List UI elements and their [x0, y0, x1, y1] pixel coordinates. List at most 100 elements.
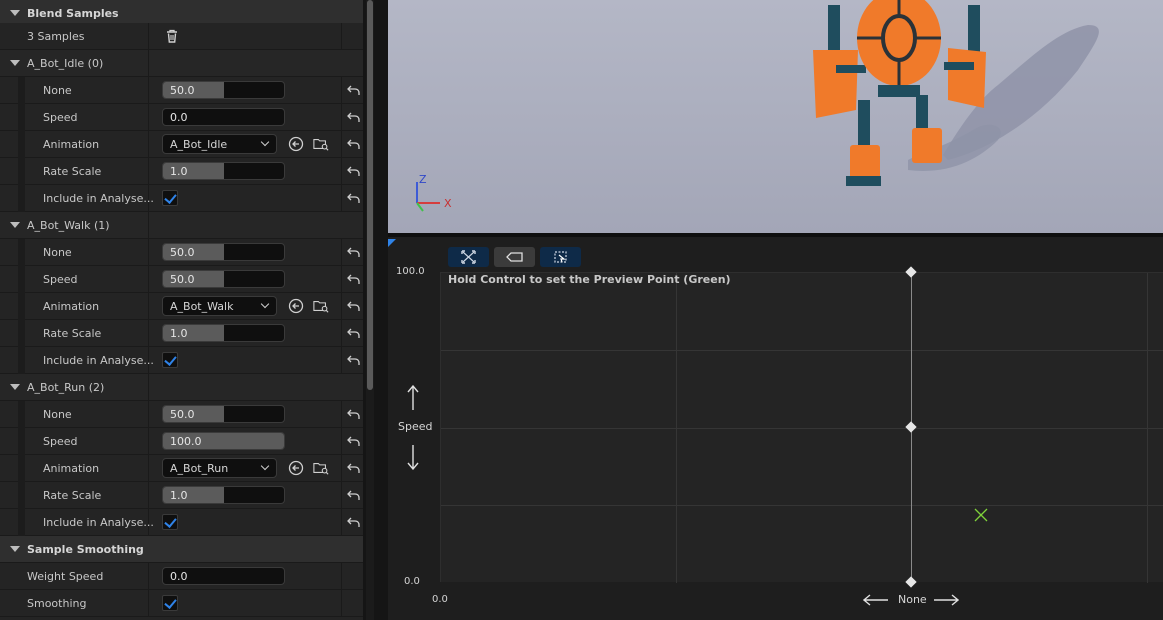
axis-x-label: X [444, 197, 452, 210]
property-label: Rate Scale [43, 165, 102, 178]
robot-preview [388, 0, 1163, 233]
collapse-arrow-icon[interactable] [10, 222, 20, 228]
preview-viewport[interactable]: Z X [388, 0, 1163, 233]
sample-header-2[interactable]: A_Bot_Run (2) [0, 374, 363, 401]
sample-header-1[interactable]: A_Bot_Walk (1) [0, 212, 363, 239]
animation-row: Animation A_Bot_Idle [0, 131, 363, 158]
animation-dropdown[interactable]: A_Bot_Walk [162, 296, 277, 316]
speed-value-input[interactable]: 0.0 [162, 108, 285, 126]
reset-arrow-icon[interactable] [347, 192, 360, 204]
fit-icon-button[interactable] [448, 247, 489, 267]
arrow-down-icon [407, 445, 419, 470]
details-panel: Blend Samples 3 Samples A_Bot_Idle (0) No… [0, 0, 363, 620]
blend-space-graph[interactable]: Hold Control to set the Preview Point (G… [388, 237, 1163, 620]
rate-scale-input[interactable]: 1.0 [162, 162, 285, 180]
preview-point-icon[interactable] [974, 508, 988, 522]
include-in-analysis-row: Include in Analyse... [0, 347, 363, 374]
grid-line [676, 273, 677, 583]
numeric-value: 1.0 [170, 165, 188, 178]
include-in-analysis-checkbox[interactable] [162, 190, 178, 206]
none-value-input[interactable]: 50.0 [162, 405, 285, 423]
smoothing-row: Smoothing [0, 590, 363, 617]
collapse-arrow-icon[interactable] [10, 546, 20, 552]
reset-arrow-icon[interactable] [347, 300, 360, 312]
details-scrollbar-thumb[interactable] [367, 0, 373, 390]
rate-scale-input[interactable]: 1.0 [162, 486, 285, 504]
numeric-value: 50.0 [170, 408, 195, 421]
reset-arrow-icon[interactable] [347, 408, 360, 420]
include-in-analysis-checkbox[interactable] [162, 352, 178, 368]
reset-arrow-icon[interactable] [347, 111, 360, 123]
input-icon-button[interactable] [494, 247, 535, 267]
arrow-up-icon [407, 385, 419, 410]
speed-row: Speed 100.0 [0, 428, 363, 455]
rate-scale-row: Rate Scale 1.0 [0, 320, 363, 347]
samples-count-row: 3 Samples [0, 23, 363, 50]
use-selected-icon[interactable] [288, 460, 304, 476]
blend-space-plot[interactable] [440, 272, 1163, 583]
trash-icon[interactable] [164, 28, 180, 44]
grid-line [1147, 273, 1148, 583]
property-label: None [43, 84, 72, 97]
property-label: Include in Analyse... [43, 516, 154, 529]
reset-arrow-icon[interactable] [347, 354, 360, 366]
sample-header-0[interactable]: A_Bot_Idle (0) [0, 50, 363, 77]
axis-z-label: Z [419, 173, 427, 186]
rate-scale-input[interactable]: 1.0 [162, 324, 285, 342]
animation-dropdown[interactable]: A_Bot_Run [162, 458, 277, 478]
section-sample-smoothing[interactable]: Sample Smoothing [0, 536, 363, 563]
reset-arrow-icon[interactable] [347, 489, 360, 501]
browse-folder-icon[interactable] [313, 298, 329, 314]
property-label: Animation [43, 300, 100, 313]
animation-value: A_Bot_Idle [170, 138, 228, 151]
weight-speed-input[interactable]: 0.0 [162, 567, 285, 585]
reset-arrow-icon[interactable] [347, 246, 360, 258]
grid-line [441, 350, 1163, 351]
animation-dropdown[interactable]: A_Bot_Idle [162, 134, 277, 154]
property-label: Include in Analyse... [43, 192, 154, 205]
reset-arrow-icon[interactable] [347, 435, 360, 447]
section-title: Blend Samples [27, 7, 119, 20]
chevron-down-icon [260, 299, 270, 309]
use-selected-icon[interactable] [288, 136, 304, 152]
numeric-value: 100.0 [170, 435, 202, 448]
input-icon [506, 252, 523, 262]
none-value-input[interactable]: 50.0 [162, 81, 285, 99]
reset-arrow-icon[interactable] [347, 84, 360, 96]
reset-arrow-icon[interactable] [347, 165, 360, 177]
none-row: None 50.0 [0, 77, 363, 104]
reset-arrow-icon[interactable] [347, 462, 360, 474]
include-in-analysis-checkbox[interactable] [162, 514, 178, 530]
property-label: Include in Analyse... [43, 354, 154, 367]
property-label: Animation [43, 138, 100, 151]
weight-speed-label: Weight Speed [27, 570, 104, 583]
smoothing-checkbox[interactable] [162, 595, 178, 611]
property-label: Animation [43, 462, 100, 475]
none-row: None 50.0 [0, 239, 363, 266]
reset-arrow-icon[interactable] [347, 273, 360, 285]
collapse-arrow-icon[interactable] [10, 60, 20, 66]
browse-folder-icon[interactable] [313, 136, 329, 152]
grid-line [441, 428, 1163, 429]
frame-icon-button[interactable] [540, 247, 581, 267]
collapse-arrow-icon[interactable] [10, 384, 20, 390]
collapse-arrow-icon[interactable] [10, 10, 20, 16]
browse-folder-icon[interactable] [313, 460, 329, 476]
use-selected-icon[interactable] [288, 298, 304, 314]
reset-arrow-icon[interactable] [347, 516, 360, 528]
arrow-right-icon [934, 594, 959, 606]
panel-splitter[interactable] [374, 0, 387, 620]
speed-value-input[interactable]: 50.0 [162, 270, 285, 288]
numeric-value: 0.0 [170, 111, 188, 124]
property-label: Rate Scale [43, 327, 102, 340]
property-label: Speed [43, 273, 78, 286]
none-value-input[interactable]: 50.0 [162, 243, 285, 261]
reset-arrow-icon[interactable] [347, 138, 360, 150]
smoothing-label: Smoothing [27, 597, 87, 610]
property-label: Speed [43, 111, 78, 124]
numeric-value: 50.0 [170, 84, 195, 97]
fit-icon [461, 250, 476, 264]
reset-arrow-icon[interactable] [347, 327, 360, 339]
speed-value-input[interactable]: 100.0 [162, 432, 285, 450]
y-axis-label: Speed [398, 420, 433, 433]
